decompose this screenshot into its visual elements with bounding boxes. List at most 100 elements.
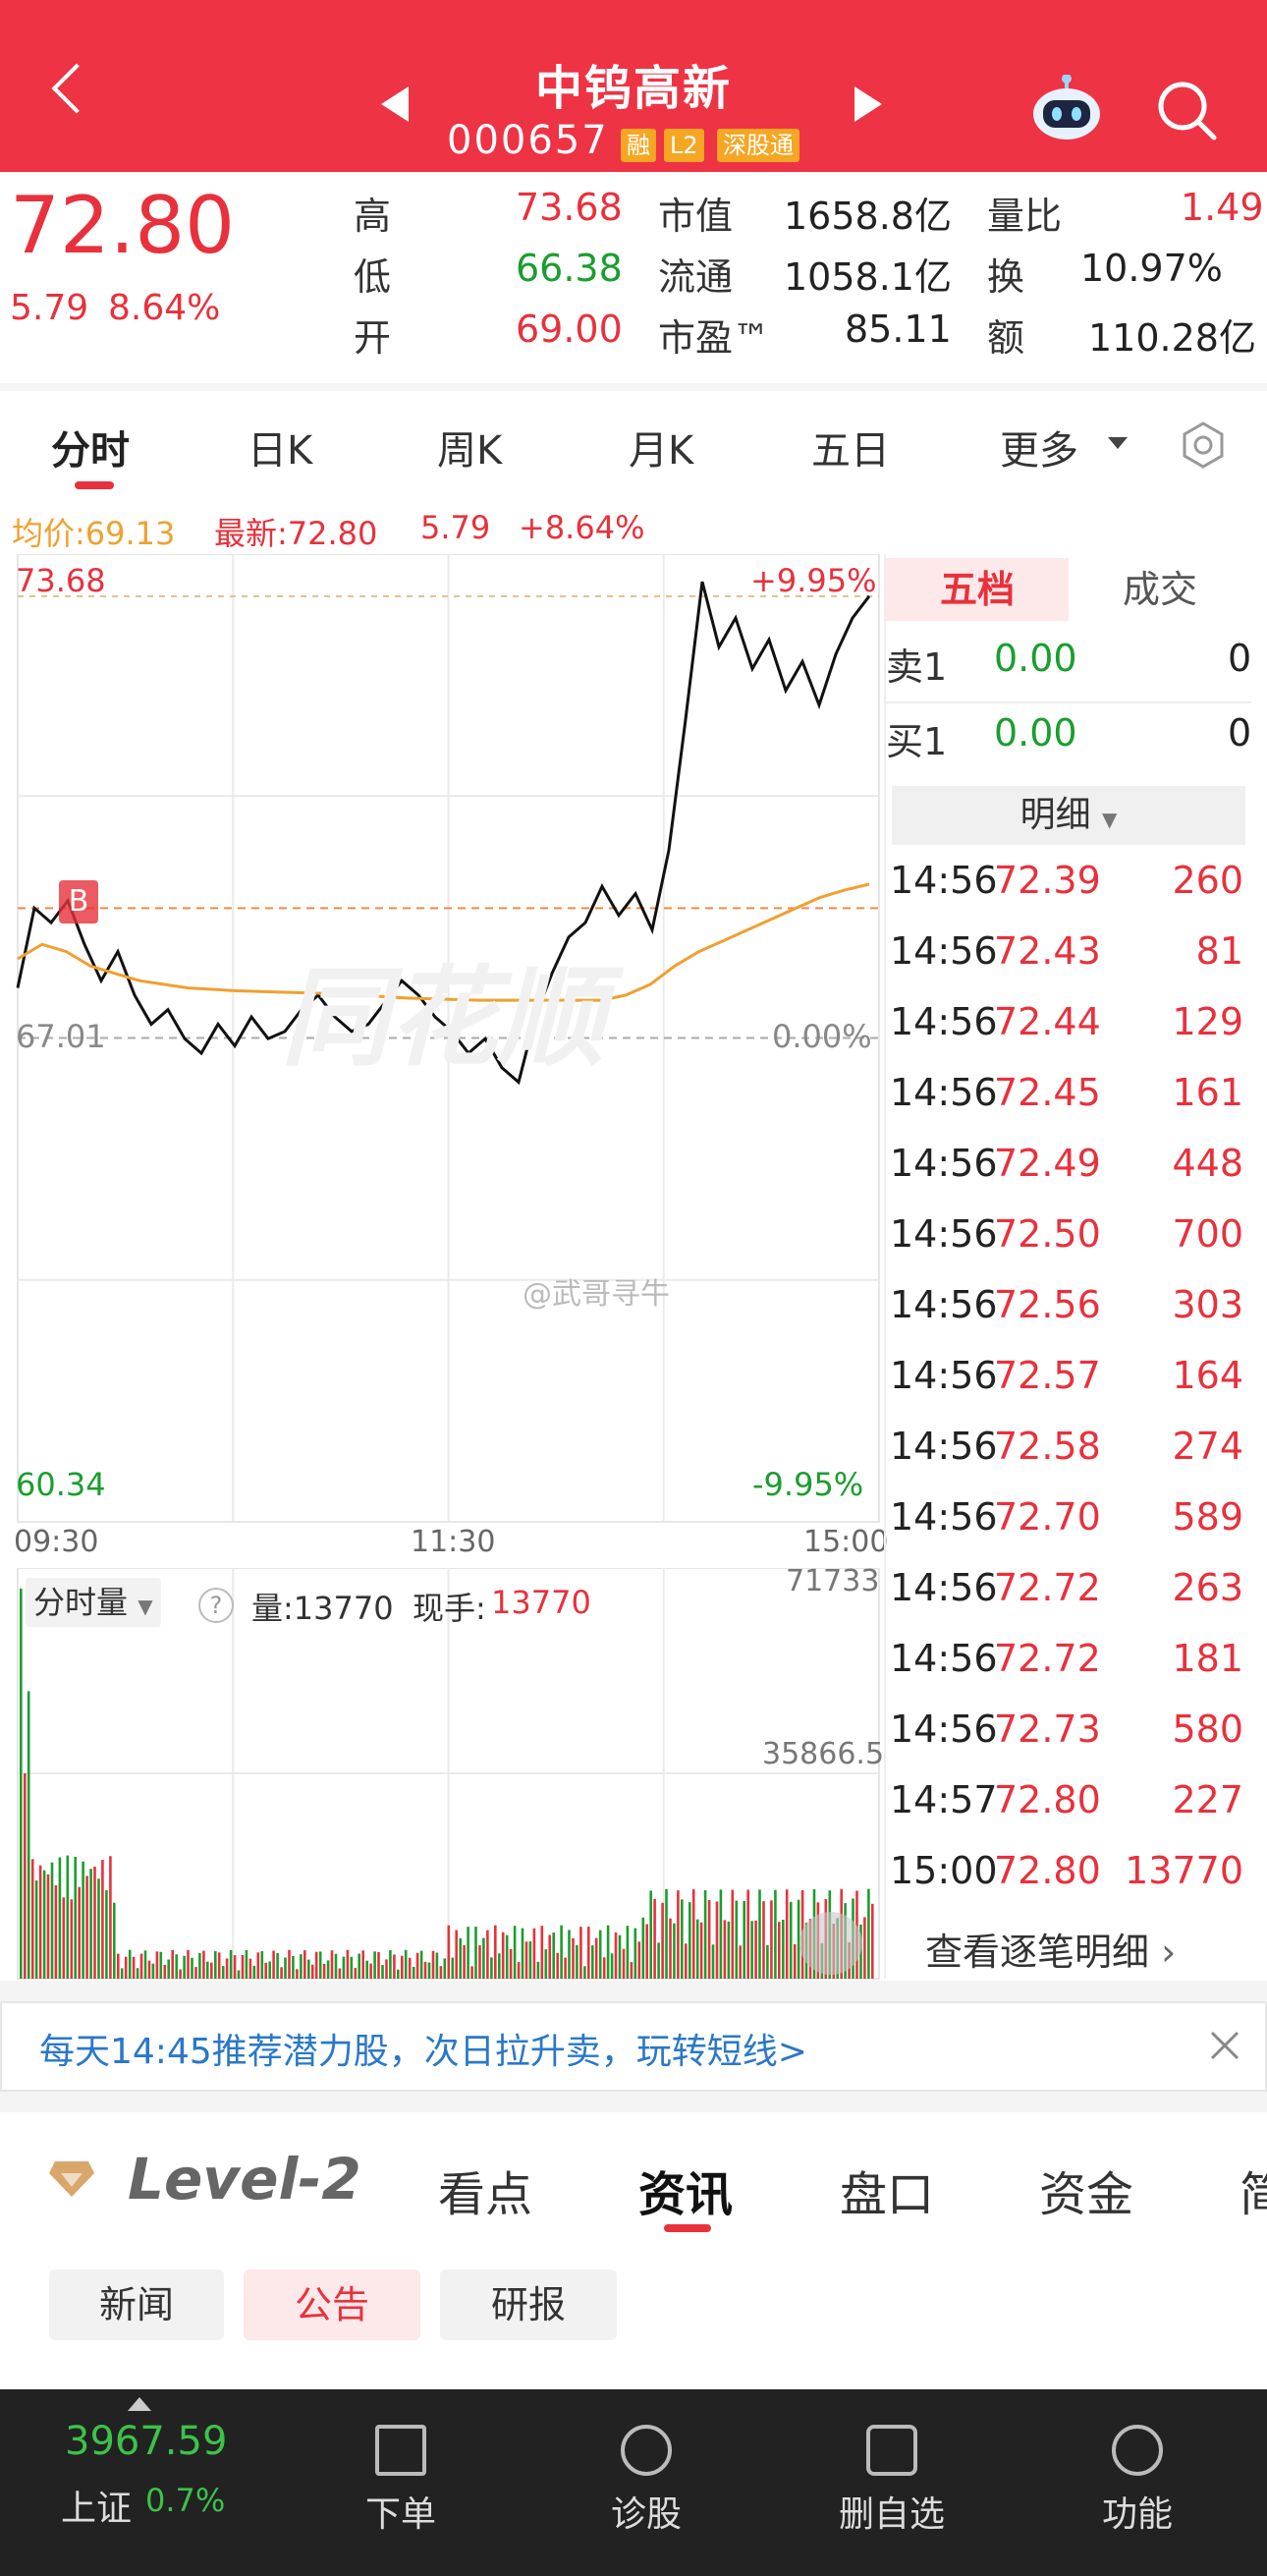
volume-bar — [727, 1921, 731, 1979]
volume-bar — [568, 1930, 571, 1979]
volume-bar — [310, 1964, 314, 1979]
settings-icon[interactable] — [1179, 420, 1228, 470]
tab-brief[interactable]: 简 — [1239, 2156, 1267, 2224]
tick-row: 14:56 72.44 129 — [886, 1000, 1251, 1059]
summary-change-pct: +8.64% — [519, 509, 645, 546]
volume-bar — [217, 1952, 221, 1979]
level2-label[interactable]: Level-2 — [128, 2146, 361, 2212]
volume-bar — [606, 1925, 610, 1979]
volume-bar — [431, 1950, 435, 1979]
tab-trades[interactable]: 成交 — [1069, 558, 1251, 621]
tab-funds[interactable]: 资金 — [1039, 2156, 1133, 2224]
tab-highlights[interactable]: 看点 — [438, 2156, 532, 2224]
volume-bar — [155, 1951, 159, 1979]
volume-bar — [782, 1920, 785, 1979]
view-all-ticks-link[interactable]: 查看逐笔明细 › — [925, 1922, 1176, 1976]
tab-news-info[interactable]: 资讯 — [638, 2156, 733, 2224]
tab-order-flow[interactable]: 盘口 — [840, 2156, 934, 2224]
volume-bar — [128, 1949, 132, 1979]
minus-box-icon — [866, 2425, 917, 2476]
diamond-icon — [49, 2161, 94, 2197]
promo-banner[interactable]: 每天14:45推荐潜力股，次日拉升卖，玩转短线> — [0, 2001, 1267, 2092]
chip-announcements[interactable]: 公告 — [244, 2269, 420, 2340]
volume-bar — [501, 1932, 505, 1979]
volume-chart[interactable] — [0, 1568, 884, 1981]
tick-row: 14:56 72.72 263 — [886, 1566, 1251, 1625]
volume-bar — [560, 1925, 563, 1979]
divider — [886, 701, 1251, 703]
volume-bar — [322, 1963, 326, 1979]
help-icon[interactable]: ? — [198, 1588, 234, 1623]
nav-order[interactable]: 下单 — [312, 2389, 489, 2537]
tab-five-levels[interactable]: 五档 — [886, 558, 1069, 621]
volume-bar — [641, 1917, 645, 1979]
volume-bar — [202, 1950, 205, 1979]
volume-bar — [210, 1962, 213, 1979]
pct-axis-top-label: +9.95% — [750, 562, 877, 599]
volume-axis-top: 71733 — [786, 1564, 880, 1598]
period-tabs: 分时 日K 周K 月K 五日 更多 — [0, 391, 1267, 497]
volume-bar — [82, 1861, 84, 1979]
next-stock-icon[interactable] — [854, 86, 882, 122]
tick-price: 72.72 — [994, 1566, 1101, 1609]
buy1-price: 0.00 — [994, 711, 1077, 755]
expand-icon[interactable] — [128, 2397, 151, 2411]
low-value: 66.38 — [516, 247, 623, 290]
volume-selector[interactable]: 分时量 ▼ — [26, 1578, 161, 1627]
volume-bar — [731, 1889, 735, 1979]
tick-row: 14:56 72.56 303 — [886, 1283, 1251, 1342]
chip-news[interactable]: 新闻 — [49, 2269, 224, 2340]
buy-marker[interactable]: B — [59, 880, 98, 924]
tick-volume: 303 — [1172, 1283, 1243, 1326]
chip-research[interactable]: 研报 — [440, 2269, 617, 2340]
detail-header[interactable]: 明细 ▼ — [892, 786, 1245, 845]
tick-price: 72.73 — [994, 1708, 1101, 1751]
high-value: 73.68 — [516, 186, 623, 229]
nav-diagnose[interactable]: 诊股 — [558, 2389, 735, 2537]
tab-daily-k[interactable]: 日K — [248, 419, 312, 476]
pe-value: 85.11 — [845, 308, 952, 351]
info-section: Level-2 看点 资讯 盘口 资金 简 新闻 公告 研报 — [0, 2112, 1267, 2389]
tab-more[interactable]: 更多 — [1000, 419, 1078, 476]
volume-bar — [280, 1967, 283, 1979]
tab-intraday[interactable]: 分时 — [51, 419, 130, 476]
volume-bar — [288, 1949, 291, 1979]
tick-time: 14:56 — [890, 1425, 998, 1468]
volume-selector-label: 分时量 — [33, 1584, 129, 1621]
nav-functions[interactable]: 功能 — [1049, 2389, 1226, 2537]
robot-icon[interactable] — [1029, 75, 1104, 141]
tab-five-day[interactable]: 五日 — [811, 419, 890, 476]
turnover-value: 10.97% — [1080, 247, 1223, 290]
volume-bar — [513, 1926, 517, 1979]
volume-bar — [225, 1958, 229, 1979]
tick-time: 15:00 — [890, 1849, 998, 1892]
volume-bar — [486, 1930, 489, 1979]
tick-volume: 260 — [1172, 859, 1243, 902]
nav-remove-watchlist[interactable]: 删自选 — [803, 2389, 980, 2537]
search-icon[interactable] — [1155, 79, 1218, 141]
nav-order-label: 下单 — [364, 2494, 436, 2535]
volume-bar — [622, 1948, 626, 1979]
l2-tag: L2 — [664, 129, 704, 162]
fullscreen-icon[interactable] — [799, 1912, 862, 1975]
tab-weekly-k[interactable]: 周K — [437, 419, 502, 476]
close-icon[interactable] — [1208, 2029, 1241, 2062]
tick-volume: 580 — [1172, 1708, 1243, 1751]
chevron-down-icon[interactable] — [1108, 437, 1128, 449]
volume-bar — [272, 1950, 275, 1979]
volume-bar — [38, 1865, 42, 1979]
index-value[interactable]: 3967.59 — [65, 2419, 227, 2464]
tick-row: 14:57 72.80 227 — [886, 1778, 1251, 1837]
volume-bar — [435, 1952, 439, 1979]
high-label: 高 — [354, 195, 392, 238]
volume-bar — [594, 1937, 598, 1979]
tab-monthly-k[interactable]: 月K — [629, 419, 693, 476]
volume-bar — [206, 1961, 209, 1979]
volume-bar — [544, 1949, 548, 1979]
tick-row: 14:56 72.73 580 — [886, 1708, 1251, 1766]
volume-bar — [365, 1960, 368, 1979]
tick-price: 72.44 — [994, 1000, 1101, 1043]
turnover-label: 换 — [987, 255, 1025, 299]
volume-bar — [85, 1876, 88, 1979]
volume-bar — [20, 1588, 23, 1979]
